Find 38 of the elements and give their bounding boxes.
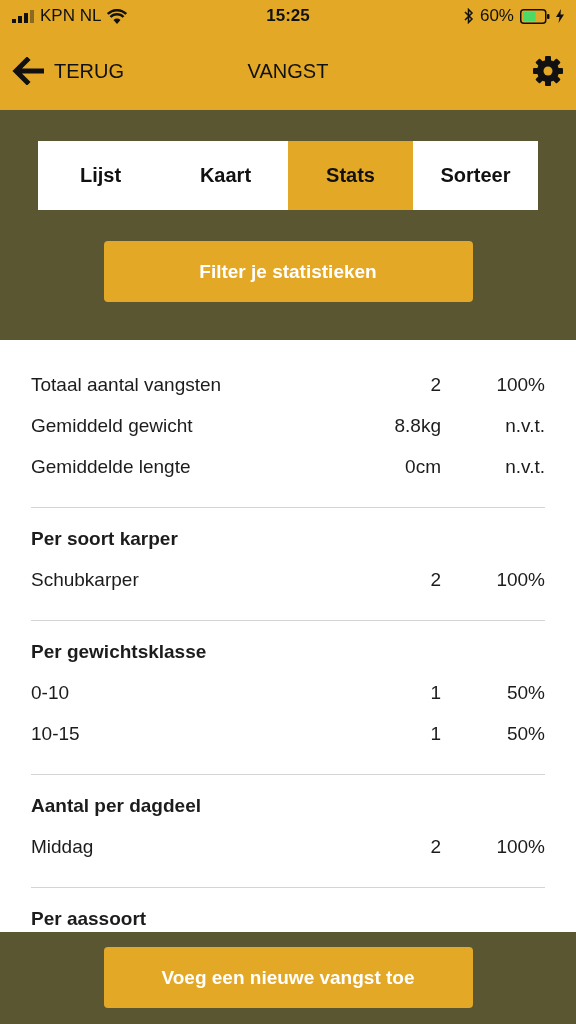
stat-count: 8.8kg: [393, 414, 441, 437]
settings-icon[interactable]: [532, 55, 564, 87]
bluetooth-icon: [463, 8, 474, 24]
section-heading: Per gewichtsklasse: [31, 640, 207, 663]
battery-percentage: 60%: [479, 6, 514, 26]
status-time: 15:25: [266, 6, 310, 26]
stat-percentage: 100%: [495, 568, 545, 591]
stat-percentage: 100%: [495, 835, 545, 858]
stat-percentage: n.v.t.: [504, 414, 545, 437]
tab[interactable]: Stats: [288, 141, 413, 210]
stat-count: 2: [429, 835, 441, 858]
back-button[interactable]: TERUG: [12, 57, 212, 85]
stat-count: 1: [429, 722, 441, 745]
stat-label: Gemiddelde lengte: [31, 455, 192, 478]
stat-label: Gemiddeld gewicht: [31, 414, 194, 437]
stat-percentage: 50%: [505, 722, 545, 745]
charging-icon: [556, 9, 564, 23]
section-heading: Per soort karper: [31, 527, 178, 550]
carrier-name: KPN NL: [40, 6, 102, 26]
stat-label: Schubkarper: [31, 568, 140, 591]
stat-label: Middag: [31, 835, 95, 858]
stat-percentage: n.v.t.: [504, 455, 545, 478]
stat-percentage: 100%: [495, 373, 545, 396]
back-arrow-icon: [12, 57, 44, 85]
section-heading: Per aassoort: [31, 907, 147, 930]
stat-count: 2: [429, 373, 441, 396]
screen-title: VANGST: [246, 59, 330, 83]
battery-icon: [520, 8, 550, 24]
stat-count: 0cm: [404, 455, 441, 478]
stat-count: 1: [429, 681, 441, 704]
signal-icon: [12, 9, 34, 23]
stat-label: 0-10: [31, 681, 71, 704]
section-heading: Aantal per dagdeel: [31, 794, 201, 817]
stat-percentage: 50%: [505, 681, 545, 704]
stat-label: Totaal aantal vangsten: [31, 373, 223, 396]
wifi-icon: [107, 8, 128, 24]
stat-count: 2: [429, 568, 441, 591]
stat-label: 10-15: [31, 722, 81, 745]
